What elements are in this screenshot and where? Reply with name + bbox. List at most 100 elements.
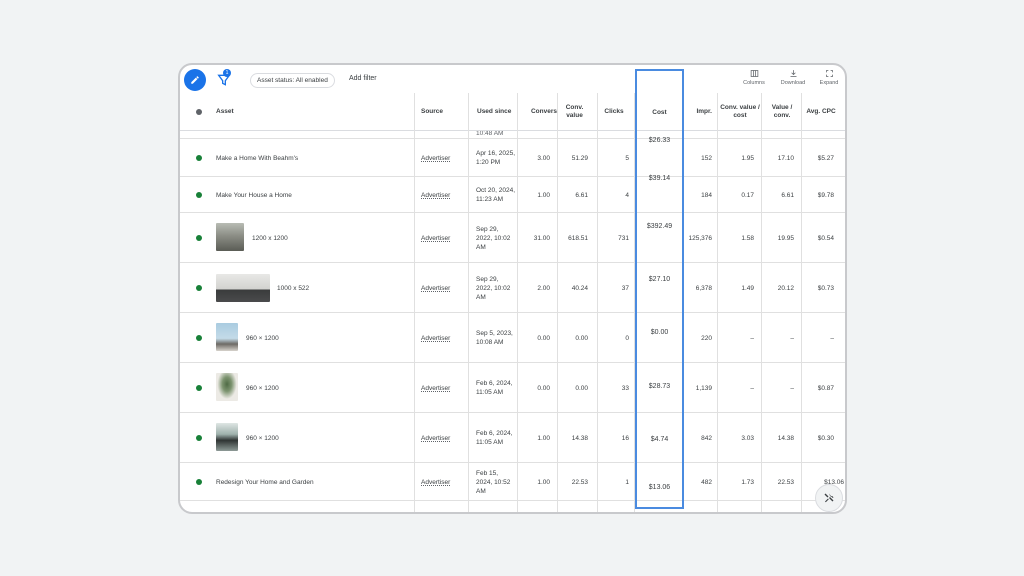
portrait-thumbnail[interactable] bbox=[216, 323, 238, 351]
expand-icon bbox=[825, 70, 833, 77]
table-row-partial: 10:48 AM bbox=[180, 131, 845, 139]
expand-button[interactable]: Expand bbox=[813, 69, 845, 86]
value-conv-cell: – bbox=[790, 384, 794, 392]
conversions-cell: 3.00 bbox=[537, 154, 550, 162]
avg-cpc-cell: $9.78 bbox=[817, 191, 834, 199]
add-filter-button[interactable]: Add filter bbox=[349, 75, 377, 82]
conv-value-cost-cell: 0.17 bbox=[741, 191, 754, 199]
used-since-cell: 10:48 AM bbox=[476, 131, 504, 137]
table-row[interactable]: 1200 x 1200 Advertiser Sep 29, 2022, 10:… bbox=[180, 213, 845, 263]
asset-size-label: 1000 x 522 bbox=[277, 284, 310, 292]
asset-size-label: 1200 x 1200 bbox=[252, 234, 288, 242]
source-link[interactable]: Advertiser bbox=[421, 463, 450, 501]
tools-icon bbox=[824, 493, 834, 503]
conv-value-cell: 51.29 bbox=[571, 154, 588, 162]
conv-value-cost-cell: 1.58 bbox=[741, 234, 754, 242]
used-since-cell: Sep 29, 2022, 10:02 AM bbox=[476, 225, 511, 251]
status-header-dot bbox=[196, 109, 202, 115]
cost-cell: $0.00 bbox=[650, 329, 669, 336]
impr-cell: 1,139 bbox=[695, 384, 712, 392]
header-cost[interactable]: Cost bbox=[635, 93, 684, 131]
table-row[interactable]: Make Your House a Home Advertiser Oct 20… bbox=[180, 177, 845, 213]
clicks-cell: 0 bbox=[625, 334, 629, 342]
table-row[interactable]: 1000 x 522 Advertiser Sep 29, 2022, 10:0… bbox=[180, 263, 845, 313]
enabled-status-dot bbox=[196, 335, 202, 341]
conv-value-cell: 618.51 bbox=[568, 234, 588, 242]
table-toolbar: 1 Asset status: All enabled Add filter C… bbox=[180, 65, 845, 93]
header-value-conv[interactable]: Value / conv. bbox=[764, 93, 800, 131]
avg-cpc-cell: $5.27 bbox=[817, 154, 834, 162]
columns-button[interactable]: Columns bbox=[738, 69, 770, 86]
value-conv-cell: 14.38 bbox=[777, 434, 794, 442]
banner-thumbnail[interactable] bbox=[216, 274, 270, 302]
impr-cell: 152 bbox=[701, 154, 712, 162]
filter-count-badge: 1 bbox=[223, 69, 231, 77]
table-row[interactable]: Make a Home With Beahm's Advertiser Apr … bbox=[180, 139, 845, 177]
table-row[interactable]: 960 × 1200 Advertiser Feb 6, 2024, 11:05… bbox=[180, 413, 845, 463]
impr-cell: 125,376 bbox=[688, 234, 713, 242]
header-asset[interactable]: Asset bbox=[216, 93, 406, 131]
conv-value-cost-cell: – bbox=[750, 334, 754, 342]
table-row[interactable]: 960 × 1200 Advertiser Feb 6, 2024, 11:05… bbox=[180, 363, 845, 413]
cost-cell: $39.14 bbox=[648, 175, 671, 182]
header-source[interactable]: Source bbox=[421, 93, 466, 131]
cost-cell: $13.06 bbox=[648, 484, 671, 491]
source-link[interactable]: Advertiser bbox=[421, 413, 450, 463]
impr-cell: 184 bbox=[701, 191, 712, 199]
conv-value-cell: 0.00 bbox=[575, 334, 588, 342]
conv-value-cell: 0.00 bbox=[575, 384, 588, 392]
conv-value-cell: 40.24 bbox=[571, 284, 588, 292]
used-since-cell: Feb 6, 2024, 11:05 AM bbox=[476, 430, 513, 446]
table-row[interactable]: Redesign Your Home and Garden Advertiser… bbox=[180, 463, 845, 501]
edit-button[interactable] bbox=[184, 69, 206, 91]
enabled-status-dot bbox=[196, 235, 202, 241]
source-link[interactable]: Advertiser bbox=[421, 363, 450, 413]
header-conversions[interactable]: Convers bbox=[522, 93, 557, 131]
tools-button[interactable] bbox=[815, 484, 843, 512]
header-clicks[interactable]: Clicks bbox=[598, 93, 630, 131]
header-used-since[interactable]: Used since bbox=[477, 93, 522, 131]
conv-value-cost-cell: 3.03 bbox=[741, 434, 754, 442]
interior-thumbnail[interactable] bbox=[216, 423, 238, 451]
enabled-status-dot bbox=[196, 192, 202, 198]
asset-text[interactable]: Make Your House a Home bbox=[216, 177, 292, 213]
used-since-cell: Sep 29, 2022, 10:02 AM bbox=[476, 275, 511, 301]
expand-label: Expand bbox=[819, 80, 839, 86]
columns-icon bbox=[750, 70, 758, 77]
header-conv-value[interactable]: Conv. value bbox=[558, 93, 591, 131]
table-row[interactable]: 960 × 1200 Advertiser Sep 5, 2023, 10:08… bbox=[180, 313, 845, 363]
header-avg-cpc[interactable]: Avg. CPC bbox=[804, 93, 838, 131]
source-link[interactable]: Advertiser bbox=[421, 177, 450, 213]
source-link[interactable]: Advertiser bbox=[421, 263, 450, 313]
avg-cpc-cell: $0.30 bbox=[817, 434, 834, 442]
conv-value-cell: 22.53 bbox=[571, 478, 588, 486]
conversions-cell: 1.00 bbox=[537, 191, 550, 199]
impr-cell: 842 bbox=[701, 434, 712, 442]
asset-text[interactable]: Make a Home With Beahm's bbox=[216, 139, 298, 177]
used-since-cell: Sep 5, 2023, 10:08 AM bbox=[476, 330, 513, 346]
asset-text[interactable]: Redesign Your Home and Garden bbox=[216, 463, 314, 501]
source-link[interactable]: Advertiser bbox=[421, 213, 450, 263]
table-body: 10:48 AM Make a Home With Beahm's Advert… bbox=[180, 131, 845, 512]
clicks-cell: 4 bbox=[625, 191, 629, 199]
source-link[interactable]: Advertiser bbox=[421, 139, 450, 177]
conversions-cell: 0.00 bbox=[537, 384, 550, 392]
used-since-cell: Apr 16, 2025, 1:20 PM bbox=[476, 150, 516, 166]
value-conv-cell: 20.12 bbox=[777, 284, 794, 292]
clicks-cell: 37 bbox=[621, 284, 629, 292]
avg-cpc-cell: $0.73 bbox=[817, 284, 834, 292]
source-link[interactable]: Advertiser bbox=[421, 313, 450, 363]
header-impr[interactable]: Impr. bbox=[688, 93, 712, 131]
download-label: Download bbox=[780, 80, 806, 86]
header-conv-value-cost[interactable]: Conv. value / cost bbox=[720, 93, 760, 131]
asset-size-label: 960 × 1200 bbox=[246, 334, 279, 342]
plant-thumbnail[interactable] bbox=[216, 373, 238, 401]
living-room-thumbnail[interactable] bbox=[216, 223, 244, 251]
enabled-status-dot bbox=[196, 385, 202, 391]
cost-cell: $4.74 bbox=[650, 436, 669, 443]
asset-status-chip[interactable]: Asset status: All enabled bbox=[250, 73, 335, 88]
value-conv-cell: 19.95 bbox=[777, 234, 794, 242]
clicks-cell: 16 bbox=[621, 434, 629, 442]
download-button[interactable]: Download bbox=[777, 69, 809, 86]
columns-label: Columns bbox=[743, 80, 765, 86]
